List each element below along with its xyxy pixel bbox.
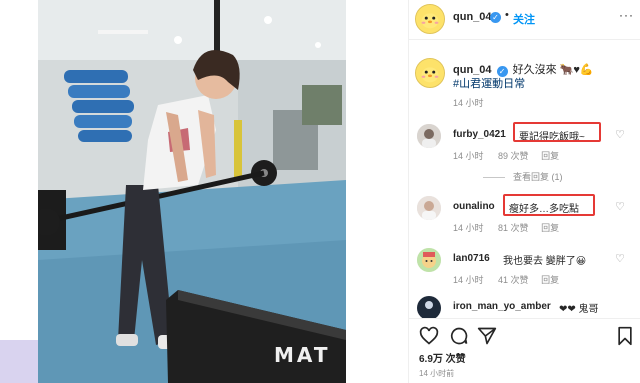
comment-item: ounalino 瘦好多…多吃點 14 小时 81 次赞 回复 ♡: [409, 194, 640, 236]
separator-dot: •: [505, 9, 509, 21]
comment-time: 14 小时: [453, 151, 484, 161]
caption-time: 14 小时: [453, 98, 484, 108]
author-avatar[interactable]: [415, 4, 445, 34]
more-options-icon[interactable]: ···: [619, 8, 634, 22]
comment-time: 14 小时: [453, 223, 484, 233]
like-heart-icon[interactable]: [419, 326, 439, 346]
post-details-panel: qun_04 ✓ • 关注 ··· qun_04 ✓ 好久沒來 🐂♥💪 #山君運…: [408, 0, 640, 383]
highlight-box: [503, 194, 595, 216]
post-action-bar: [409, 318, 640, 352]
comment-bubble-icon[interactable]: [449, 326, 469, 346]
chick-avatar-icon: [416, 59, 444, 87]
comment-item: furby_0421 要記得吃飯哦~ 14 小时 89 次赞 回复 ♡: [409, 122, 640, 164]
commenter-username[interactable]: lan0716: [453, 253, 490, 264]
follow-button[interactable]: 关注: [513, 11, 535, 27]
comment-likes[interactable]: 89 次赞: [498, 151, 529, 161]
commenter-username[interactable]: ounalino: [453, 201, 495, 212]
comment-meta: 14 小时 41 次赞 回复: [453, 273, 559, 286]
comment-text: 我也要去 變胖了😀: [503, 256, 587, 267]
caption-hashtag[interactable]: #山君運動日常: [453, 75, 525, 91]
chick-avatar-icon: [416, 5, 444, 33]
view-replies-link[interactable]: 查看回复 (1): [483, 170, 563, 183]
highlight-box: [513, 122, 601, 142]
reply-button[interactable]: 回复: [541, 151, 559, 161]
user-photo-avatar-icon: [417, 124, 441, 148]
reply-button[interactable]: 回复: [541, 275, 559, 285]
like-comment-heart-icon[interactable]: ♡: [615, 128, 625, 141]
share-paper-plane-icon[interactable]: [477, 326, 497, 346]
comment-time: 14 小时: [453, 275, 484, 285]
commenter-username[interactable]: furby_0421: [453, 129, 506, 140]
reply-button[interactable]: 回复: [541, 223, 559, 233]
like-comment-heart-icon[interactable]: ♡: [615, 252, 625, 265]
caption-author-avatar[interactable]: [415, 58, 445, 88]
comment-item: lan0716 我也要去 變胖了😀 14 小时 41 次赞 回复 ♡: [409, 248, 640, 288]
corner-decoration: [0, 340, 38, 383]
comment-item: iron_man_yo_amber ❤❤ 鬼哥: [409, 296, 640, 318]
comment-likes[interactable]: 81 次赞: [498, 223, 529, 233]
comment-likes[interactable]: 41 次赞: [498, 275, 529, 285]
commenter-avatar[interactable]: [417, 196, 441, 220]
gym-photo-illustration: MAT: [38, 0, 346, 383]
post-header: qun_04 ✓ • 关注 ···: [409, 0, 640, 40]
author-username[interactable]: qun_04: [453, 11, 492, 23]
dark-photo-avatar-icon: [417, 296, 441, 318]
verified-badge-icon: ✓: [490, 12, 501, 23]
commenter-avatar[interactable]: [417, 124, 441, 148]
machine-brand-text: MAT: [274, 343, 330, 367]
user-photo-avatar-icon: [417, 196, 441, 220]
comment-meta: 14 小时 89 次赞 回复: [453, 149, 559, 162]
save-bookmark-icon[interactable]: [615, 326, 635, 346]
caption-emojis: 🐂♥💪: [559, 64, 594, 76]
post-timestamp: 14 小时前: [419, 369, 455, 378]
like-comment-heart-icon[interactable]: ♡: [615, 200, 625, 213]
commenter-avatar[interactable]: [417, 296, 441, 318]
comment-meta: 14 小时 81 次赞 回复: [453, 221, 559, 234]
cartoon-avatar-icon: [417, 248, 441, 272]
commenter-avatar[interactable]: [417, 248, 441, 272]
post-photo[interactable]: MAT: [38, 0, 346, 383]
commenter-username[interactable]: iron_man_yo_amber: [453, 301, 551, 312]
post-likes-count[interactable]: 6.9万 次赞: [419, 350, 466, 365]
comment-text: ❤❤ 鬼哥: [559, 304, 599, 315]
